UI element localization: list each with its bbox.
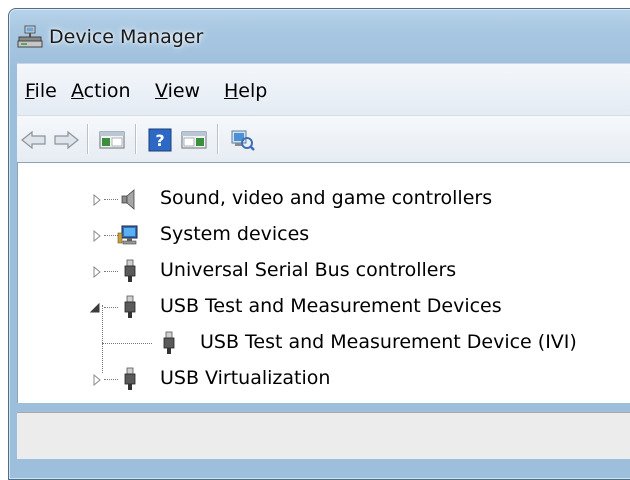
properties-pane-icon [181,131,207,149]
toolbar-separator [87,124,89,154]
toolbar: ? [17,115,630,163]
menu-action-label: ction [83,80,131,102]
device-manager-icon [17,25,43,48]
speaker-icon [121,189,135,210]
usb-plug-icon [124,295,136,318]
help-icon: ? [148,128,172,152]
show-hide-console-tree-button[interactable] [97,126,127,154]
usb-plug-icon [124,259,136,282]
tree-item-usb-test-measurement-device-ivi[interactable]: USB Test and Measurement Device (IVI) [18,329,630,357]
collapse-arrow-icon[interactable] [90,302,100,314]
title-bar[interactable]: Device Manager [9,9,630,63]
menu-help-accel: H [224,80,239,102]
tree-item-usb-controllers[interactable]: Universal Serial Bus controllers [18,257,630,285]
computer-icon [117,225,138,245]
menu-action-accel: A [71,80,84,102]
tree-item-label: System devices [160,223,310,245]
back-arrow-icon [21,130,46,150]
menu-help[interactable]: Help [220,78,271,104]
menu-action[interactable]: Action [67,78,135,104]
back-button[interactable] [19,126,49,154]
forward-button[interactable] [51,126,81,154]
tree-connector [104,199,118,201]
properties-pane-button[interactable] [179,126,209,154]
menu-file-label: ile [34,80,57,102]
tree-item-usb-virtualization[interactable]: USB Virtualization [18,365,630,393]
menu-help-label: elp [238,80,268,102]
show-hide-console-tree-icon [99,131,125,149]
scan-hardware-changes-icon [231,130,255,151]
toolbar-separator [135,124,137,154]
menu-view[interactable]: View [151,78,204,104]
usb-plug-icon [163,331,175,354]
toolbar-separator [217,124,219,154]
svg-text:?: ? [155,131,164,150]
window-title: Device Manager [49,26,204,48]
tree-item-usb-test-measurement-devices[interactable]: USB Test and Measurement Devices [18,293,630,321]
tree-connector [104,235,118,237]
tree-item-system-devices[interactable]: System devices [18,221,630,249]
tree-item-label: Sound, video and game controllers [160,187,493,209]
tree-connector [104,307,118,309]
expand-arrow-icon[interactable] [92,266,102,278]
status-bar [17,412,630,459]
tree-connector [102,343,152,345]
expand-arrow-icon[interactable] [92,194,102,206]
tree-item-label: USB Virtualization [160,367,331,389]
menu-view-label: iew [167,80,201,102]
expand-arrow-icon[interactable] [92,230,102,242]
menu-file[interactable]: File [21,78,61,104]
usb-plug-icon [124,367,136,390]
help-button[interactable]: ? [145,126,175,154]
forward-arrow-icon [54,130,79,150]
tree-item-label: Universal Serial Bus controllers [160,259,457,281]
tree-item-label: USB Test and Measurement Device (IVI) [200,331,577,353]
scan-hardware-changes-button[interactable] [227,126,257,154]
menu-file-accel: F [25,80,35,102]
tree-item-sound[interactable]: Sound, video and game controllers [18,185,630,213]
expand-arrow-icon[interactable] [92,374,102,386]
device-tree: Sound, video and game controllers System… [17,162,630,403]
tree-connector [104,271,118,273]
menu-bar: File Action View Help [17,63,630,116]
tree-connector [104,379,118,381]
tree-item-label: USB Test and Measurement Devices [160,295,502,317]
menu-view-accel: V [155,80,168,102]
device-manager-window: Device Manager File Action View Help ? S… [8,8,630,480]
